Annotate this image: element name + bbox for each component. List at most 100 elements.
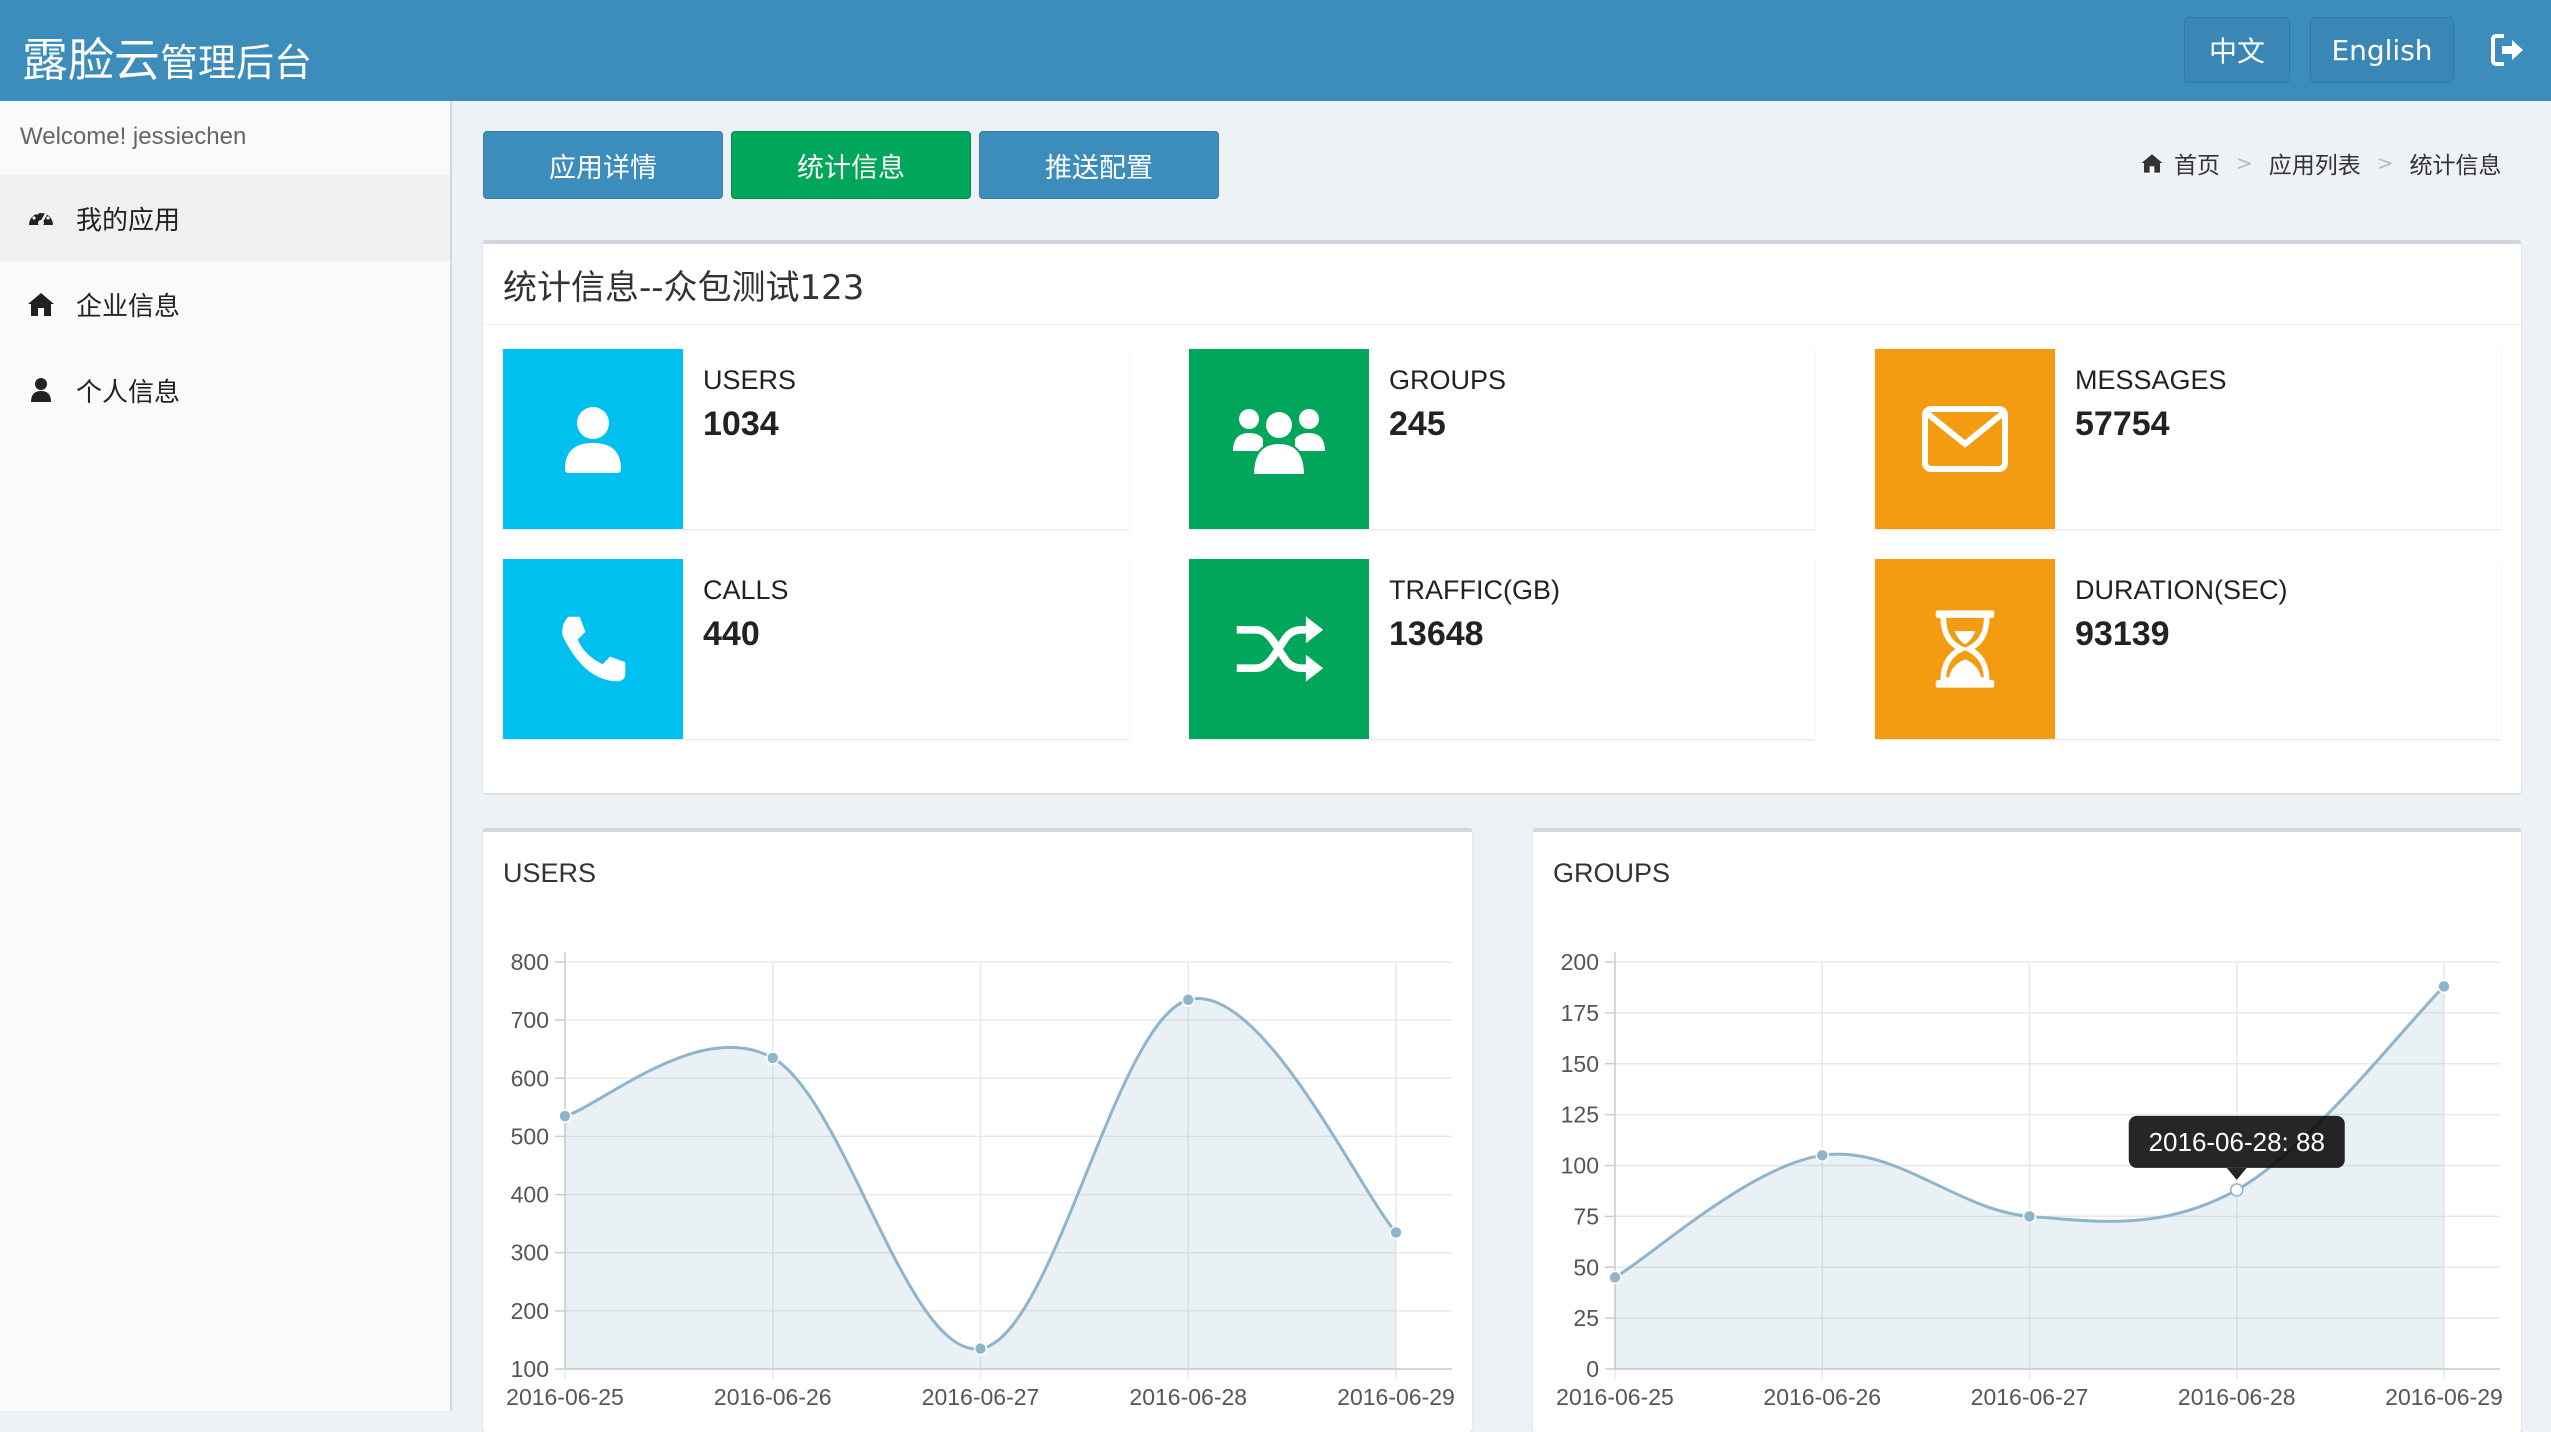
y-tick-label: 300 <box>511 1240 549 1266</box>
tooltip-text: 2016-06-28: 88 <box>2149 1127 2325 1157</box>
x-tick-label: 2016-06-25 <box>506 1384 624 1410</box>
info-icon-container <box>1189 559 1369 739</box>
info-label: TRAFFIC(GB) <box>1389 575 1560 605</box>
y-tick-label: 200 <box>511 1298 549 1324</box>
info-icon-container <box>1189 349 1369 529</box>
sidebar-item-label: 企业信息 <box>76 291 181 322</box>
y-tick-label: 800 <box>511 949 549 975</box>
sidebar-item-my-apps[interactable]: 我的应用 <box>0 175 450 261</box>
info-box-duration: DURATION(SEC) 93139 <box>1875 559 2501 739</box>
info-box-traffic: TRAFFIC(GB) 13648 <box>1189 559 1815 739</box>
breadcrumb-separator: > <box>2236 151 2253 175</box>
x-tick-label: 2016-06-29 <box>1337 1384 1455 1410</box>
data-point[interactable] <box>558 1109 572 1123</box>
y-tick-label: 75 <box>1573 1203 1599 1229</box>
y-tick-label: 100 <box>1561 1153 1599 1179</box>
y-tick-label: 500 <box>511 1123 549 1149</box>
phone-icon <box>562 616 626 682</box>
data-point[interactable] <box>1181 993 1195 1007</box>
info-number: 93139 <box>2075 615 2170 653</box>
info-box-calls: CALLS 440 <box>503 559 1129 739</box>
users-chart-panel: USERS 100 200 300 400 500 600 700 800 2016-06-25… <box>483 828 1472 1432</box>
info-label: MESSAGES <box>2075 365 2227 395</box>
data-point[interactable] <box>1608 1270 1622 1285</box>
info-icon-container <box>503 349 683 529</box>
y-tick-label: 25 <box>1573 1305 1599 1331</box>
info-label: CALLS <box>703 575 789 605</box>
x-tick-label: 2016-06-26 <box>1763 1384 1881 1410</box>
data-point[interactable] <box>766 1051 780 1065</box>
data-point[interactable] <box>2437 979 2451 994</box>
data-point[interactable] <box>973 1341 988 1356</box>
language-english-button[interactable]: English <box>2310 17 2454 83</box>
language-chinese-button[interactable]: 中文 <box>2184 17 2290 83</box>
panel-divider <box>483 324 2521 325</box>
hourglass-icon <box>1935 610 1995 688</box>
x-tick-label: 2016-06-29 <box>2385 1384 2503 1410</box>
user-icon <box>565 407 621 473</box>
breadcrumb-app-list-link[interactable]: 应用列表 <box>2269 146 2361 180</box>
home-icon <box>2141 154 2163 173</box>
breadcrumb-current: 统计信息 <box>2409 153 2502 179</box>
x-tick-label: 2016-06-28 <box>1129 1384 1247 1410</box>
info-number: 245 <box>1389 405 1446 443</box>
top-navbar: 露脸云管理后台 中文 English <box>0 0 2551 101</box>
tooltip-caret <box>2226 1167 2247 1180</box>
brand-main-text: 露脸云 <box>22 33 160 87</box>
statistics-panel: 统计信息--众包测试123 USERS 1034 GROUPS 245 MESS… <box>483 240 2521 793</box>
sidebar-item-label: 个人信息 <box>76 377 181 408</box>
tab-push-config[interactable]: 推送配置 <box>979 131 1219 199</box>
sidebar-item-label: 我的应用 <box>76 205 181 236</box>
breadcrumb-home-link[interactable]: 首页 <box>2174 146 2220 180</box>
breadcrumb: 首页 > 应用列表 > 统计信息 <box>2140 146 2502 180</box>
tab-app-details[interactable]: 应用详情 <box>483 131 723 199</box>
sidebar-item-personal-info[interactable]: 个人信息 <box>0 347 450 433</box>
info-number: 13648 <box>1389 615 1484 653</box>
sign-out-icon[interactable] <box>2490 32 2526 68</box>
info-label: GROUPS <box>1389 365 1507 395</box>
brand-logo[interactable]: 露脸云管理后台 <box>22 24 312 90</box>
dashboard-icon <box>29 211 53 226</box>
sidebar-item-company-info[interactable]: 企业信息 <box>0 261 450 347</box>
welcome-text: Welcome! jessiechen <box>20 123 247 150</box>
info-icon-container <box>1875 349 2055 529</box>
info-label: DURATION(SEC) <box>2075 575 2288 605</box>
y-tick-label: 175 <box>1561 1000 1599 1026</box>
info-number: 57754 <box>2075 405 2170 443</box>
home-icon <box>28 293 54 316</box>
y-tick-label: 400 <box>511 1182 549 1208</box>
x-tick-label: 2016-06-25 <box>1556 1384 1674 1410</box>
data-point[interactable] <box>2230 1183 2244 1197</box>
groups-line-chart[interactable]: 0 25 50 75 100 125 150 175 200 2016-06-25 2016-06-… <box>1533 832 2521 1415</box>
info-number: 440 <box>703 615 760 653</box>
user-icon <box>31 378 51 402</box>
x-tick-label: 2016-06-28 <box>2178 1384 2296 1410</box>
brand-sub-text: 管理后台 <box>160 41 313 85</box>
y-tick-label: 125 <box>1561 1102 1599 1128</box>
sidebar: Welcome! jessiechen 我的应用 企业信息 个人信息 <box>0 101 452 1411</box>
y-tick-label: 150 <box>1561 1051 1599 1077</box>
x-tick-label: 2016-06-26 <box>714 1384 832 1410</box>
users-line-chart[interactable]: 100 200 300 400 500 600 700 800 2016-06-25 2016-0… <box>483 832 1472 1415</box>
users-icon <box>1233 409 1325 476</box>
y-tick-label: 100 <box>511 1356 549 1382</box>
envelope-icon <box>1922 406 2008 472</box>
data-point[interactable] <box>1815 1148 1829 1163</box>
info-icon-container <box>1875 559 2055 739</box>
info-number: 1034 <box>703 405 779 443</box>
groups-chart-panel: GROUPS 0 25 50 75 100 125 150 175 200 2016-06-25 2… <box>1533 828 2521 1432</box>
info-box-messages: MESSAGES 57754 <box>1875 349 2501 529</box>
y-tick-label: 700 <box>511 1007 549 1033</box>
info-label: USERS <box>703 365 797 395</box>
data-point[interactable] <box>2022 1209 2037 1224</box>
info-box-users: USERS 1034 <box>503 349 1129 529</box>
data-point[interactable] <box>1389 1225 1403 1240</box>
y-tick-label: 600 <box>511 1065 549 1091</box>
info-box-groups: GROUPS 245 <box>1189 349 1815 529</box>
tab-statistics[interactable]: 统计信息 <box>731 131 971 199</box>
y-tick-label: 0 <box>1586 1356 1599 1382</box>
y-tick-label: 50 <box>1573 1254 1599 1280</box>
x-tick-label: 2016-06-27 <box>922 1384 1040 1410</box>
x-tick-label: 2016-06-27 <box>1971 1384 2089 1410</box>
random-icon <box>1236 616 1324 682</box>
